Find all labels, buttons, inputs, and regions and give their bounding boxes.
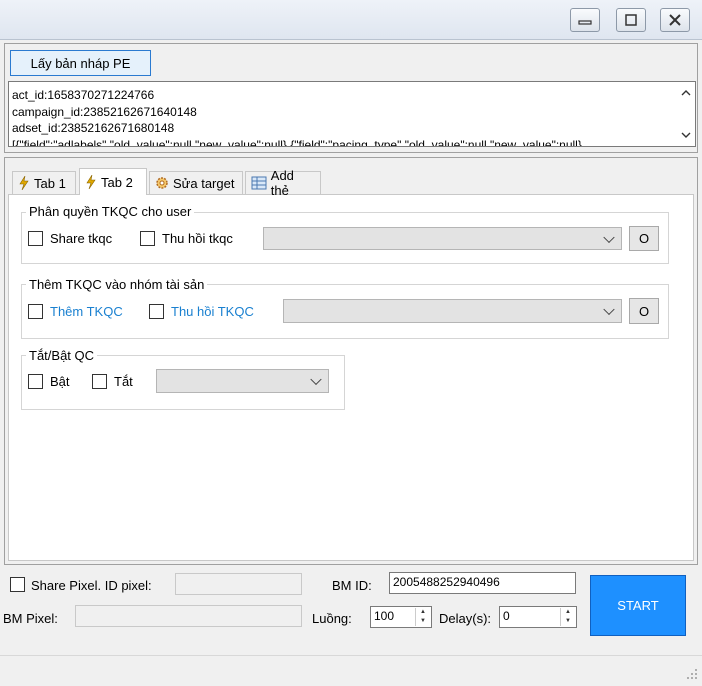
get-draft-label: Lấy bản nháp PE <box>30 55 131 71</box>
revoke-asset-label: Thu hồi TKQC <box>171 304 254 319</box>
add-tkqc-label: Thêm TKQC <box>50 304 123 319</box>
log-line: act_id:1658370271224766 <box>12 88 155 102</box>
minimize-icon <box>578 20 592 25</box>
turn-on-label: Bật <box>50 374 70 389</box>
textarea-scrollbar[interactable] <box>677 82 695 146</box>
bm-id-label: BM ID: <box>332 578 372 593</box>
tab-label: Tab 1 <box>34 175 66 191</box>
chevron-down-icon <box>603 231 615 243</box>
table-icon <box>251 176 267 190</box>
revoke-asset-checkbox[interactable] <box>149 304 164 319</box>
bm-pixel-label: BM Pixel: <box>3 611 58 626</box>
share-user-select[interactable] <box>263 227 622 250</box>
share-ok-button[interactable]: O <box>629 226 659 251</box>
share-pixel-label: Share Pixel. ID pixel: <box>31 578 152 593</box>
delay-value: 0 <box>503 609 510 623</box>
scroll-up-icon[interactable] <box>681 89 691 97</box>
get-draft-button[interactable]: Lấy bản nháp PE <box>10 50 151 76</box>
lightning-icon <box>86 175 96 189</box>
share-tkqc-checkbox[interactable] <box>28 231 43 246</box>
minimize-button[interactable] <box>570 8 600 32</box>
status-bar <box>0 655 702 686</box>
tab-label: Tab 2 <box>101 174 133 190</box>
toggle-select[interactable] <box>156 369 329 393</box>
threads-stepper[interactable]: 100 ▲ ▼ <box>370 606 432 628</box>
lightning-icon <box>19 176 29 190</box>
maximize-button[interactable] <box>616 8 646 32</box>
log-line: [{"field":"adlabels","old_value":null,"n… <box>12 137 582 147</box>
tab-label: Add thẻ <box>270 168 294 198</box>
tab-label: Sửa target <box>173 175 235 191</box>
delay-stepper[interactable]: 0 ▲ ▼ <box>499 606 577 628</box>
bm-pixel-input[interactable] <box>75 605 302 627</box>
group-asset-legend: Thêm TKQC vào nhóm tài sản <box>26 277 208 292</box>
delay-spin-buttons[interactable]: ▲ ▼ <box>560 608 575 626</box>
share-pixel-checkbox[interactable] <box>10 577 25 592</box>
close-button[interactable] <box>660 8 690 32</box>
add-tkqc-checkbox[interactable] <box>28 304 43 319</box>
asset-ok-button[interactable]: O <box>629 298 659 324</box>
start-button[interactable]: START <box>590 575 686 636</box>
revoke-tkqc-label: Thu hồi tkqc <box>162 231 233 246</box>
tab-2[interactable]: Tab 2 <box>79 168 147 195</box>
gear-icon <box>156 177 168 189</box>
share-ok-label: O <box>638 231 650 246</box>
tab-edit-target[interactable]: Sửa target <box>149 171 243 194</box>
turn-off-label: Tắt <box>114 374 133 389</box>
threads-value: 100 <box>374 609 395 623</box>
turn-on-checkbox[interactable] <box>28 374 43 389</box>
group-toggle-legend: Tắt/Bật QC <box>26 348 98 363</box>
spin-up-icon[interactable]: ▲ <box>416 608 430 617</box>
share-tkqc-label: Share tkqc <box>50 231 113 246</box>
maximize-icon <box>625 14 637 26</box>
asset-ok-label: O <box>638 303 650 319</box>
resize-grip-icon[interactable] <box>686 668 698 680</box>
tab-add-card[interactable]: Add thẻ <box>245 168 321 198</box>
log-line: campaign_id:23852162671640148 <box>12 104 197 119</box>
threads-label: Luồng: <box>312 611 352 626</box>
pixel-id-input[interactable] <box>175 573 302 595</box>
asset-group-select[interactable] <box>283 299 622 323</box>
tab-1[interactable]: Tab 1 <box>12 171 76 194</box>
revoke-tkqc-checkbox[interactable] <box>140 231 155 246</box>
turn-off-checkbox[interactable] <box>92 374 107 389</box>
delay-label: Delay(s): <box>439 611 492 626</box>
group-share-legend: Phân quyền TKQC cho user <box>26 204 195 219</box>
spin-up-icon[interactable]: ▲ <box>561 608 575 617</box>
log-textarea[interactable]: act_id:1658370271224766 campaign_id:2385… <box>8 81 696 147</box>
log-line: adset_id:23852162671680148 <box>12 121 175 135</box>
scroll-down-icon[interactable] <box>681 131 691 139</box>
threads-spin-buttons[interactable]: ▲ ▼ <box>415 608 430 626</box>
close-icon <box>669 14 681 26</box>
bm-id-input[interactable]: 2005488252940496 <box>389 572 576 594</box>
spin-down-icon[interactable]: ▼ <box>561 617 575 626</box>
chevron-down-icon <box>603 303 615 316</box>
spin-down-icon[interactable]: ▼ <box>416 617 430 626</box>
chevron-down-icon <box>310 373 322 386</box>
start-label: START <box>617 598 659 613</box>
